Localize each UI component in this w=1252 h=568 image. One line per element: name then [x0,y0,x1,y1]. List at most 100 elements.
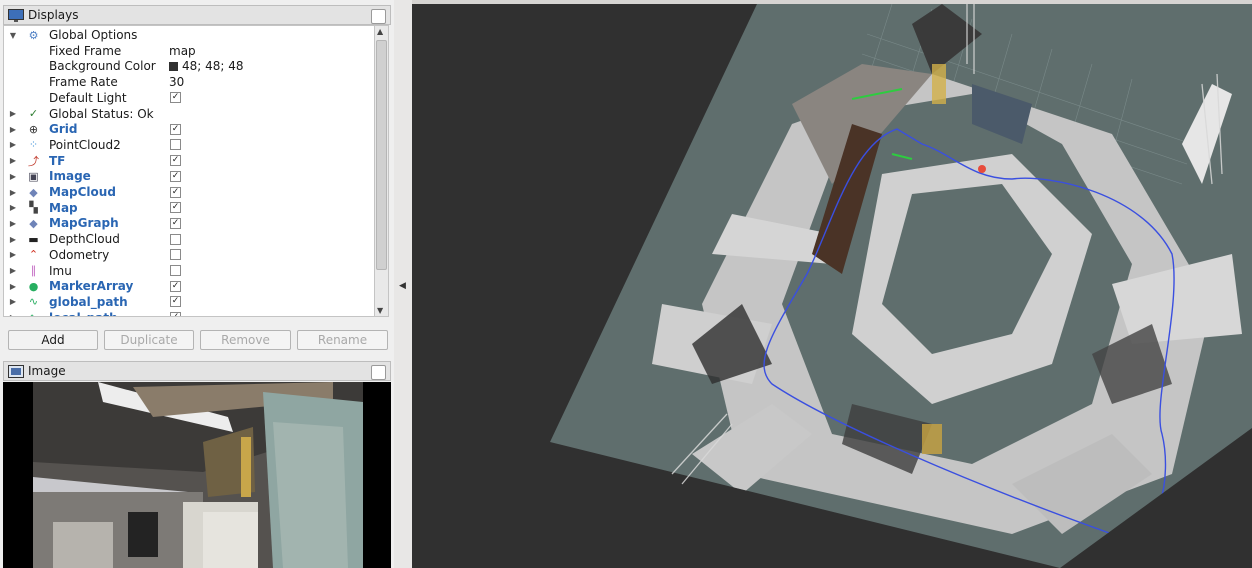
pointcloud-icon: ⁘ [28,138,39,152]
color-swatch [169,62,178,72]
display-row[interactable]: ▶ ● MarkerArray ✓ [4,278,374,294]
add-button[interactable]: Add [8,330,98,350]
display-row[interactable]: ▶ ✓ Global Status: Ok [4,106,374,122]
expand-arrow-icon[interactable]: ▶ [8,235,18,244]
display-label: Image [49,169,91,184]
property-value[interactable]: 30 [169,75,184,89]
display-label: Global Options [49,28,138,42]
enable-checkbox[interactable]: ✓ [170,170,181,182]
enable-checkbox[interactable]: ✓ [170,92,181,104]
enable-checkbox[interactable]: ✓ [170,186,181,198]
rtabmap-3d-scene [412,4,1252,568]
dock-collapse-strip[interactable]: ◀ [394,0,412,568]
image-title: Image [28,364,66,378]
display-label: Frame Rate [49,75,118,90]
display-row[interactable]: Default Light ✓ [4,90,374,106]
enable-checkbox[interactable]: ✓ [170,155,181,167]
undock-button[interactable] [371,9,386,24]
map-icon: ▚ [29,201,38,215]
display-label: global_path [49,294,128,309]
enable-checkbox[interactable] [170,265,181,276]
display-label: MarkerArray [49,279,134,294]
display-label: Global Status: Ok [49,106,154,121]
color-value-text: 48; 48; 48 [182,59,244,74]
expand-arrow-icon[interactable]: ▶ [8,109,18,118]
collapse-left-icon[interactable]: ◀ [399,281,406,291]
enable-checkbox[interactable]: ✓ [170,123,181,135]
3d-viewport[interactable] [412,4,1252,568]
display-label: Grid [49,122,78,137]
display-row[interactable]: ▶ ▣ Image ✓ [4,168,374,184]
grid-icon: ⊕ [28,122,39,136]
scroll-up-icon[interactable]: ▲ [377,27,383,36]
diamond-icon: ◆ [29,185,38,199]
expand-arrow-icon[interactable]: ▶ [8,282,18,291]
imu-icon: ∥ [30,264,37,277]
duplicate-button[interactable]: Duplicate [104,330,194,350]
display-label: Default Light [49,90,127,105]
display-label: Imu [49,263,72,278]
display-label: DepthCloud [49,232,120,247]
scroll-down-icon[interactable]: ▼ [377,306,383,315]
property-value[interactable]: map [169,44,196,58]
rename-button[interactable]: Rename [297,330,388,350]
monitor-icon [8,8,24,22]
expand-arrow-icon[interactable]: ▶ [8,313,18,316]
display-row[interactable]: ▶ ∿ local_path ✓ [4,310,374,316]
background-color-value[interactable]: 48; 48; 48 [169,59,244,73]
expand-arrow-icon[interactable]: ▶ [8,188,18,197]
image-icon: ▣ [28,169,39,183]
enable-checkbox[interactable]: ✓ [170,280,181,292]
scrollbar-thumb[interactable] [376,40,387,270]
remove-button[interactable]: Remove [200,330,291,350]
display-row[interactable]: ▶ ∥ Imu [4,263,374,279]
displays-titlebar[interactable]: Displays [3,5,391,25]
enable-checkbox[interactable] [170,233,181,245]
display-row[interactable]: Frame Rate 30 [4,74,374,90]
display-row[interactable]: ▼ ⚙ Global Options [4,27,374,43]
image-titlebar[interactable]: Image [3,361,391,381]
displays-title: Displays [28,8,79,22]
display-row[interactable]: ▶ ◆ MapCloud ✓ [4,184,374,200]
expand-arrow-icon[interactable]: ▶ [8,203,18,212]
expand-arrow-icon[interactable]: ▶ [8,297,18,306]
enable-checkbox[interactable]: ✓ [170,202,181,214]
display-label: Map [49,200,78,215]
display-row[interactable]: ▶ ▬ DepthCloud [4,231,374,247]
path-icon: ∿ [28,295,39,309]
displays-scrollbar[interactable]: ▲ ▼ [375,25,389,317]
display-label: MapGraph [49,216,119,231]
display-label: TF [49,153,66,168]
enable-checkbox[interactable]: ✓ [170,296,181,308]
path-icon: ∿ [26,311,41,316]
displays-tree[interactable]: ▼ ⚙ Global Options Fixed Frame map Background… [3,25,375,317]
gear-icon: ⚙ [28,28,39,42]
display-row[interactable]: ▶ ⊕ Grid ✓ [4,121,374,137]
expand-arrow-icon[interactable]: ▶ [8,250,18,259]
display-row[interactable]: Background Color 48; 48; 48 [4,58,374,74]
expand-arrow-icon[interactable]: ▶ [8,140,18,149]
expand-arrow-icon[interactable]: ▶ [8,219,18,228]
enable-checkbox[interactable] [170,249,181,261]
display-row[interactable]: ▶ ∿ global_path ✓ [4,294,374,310]
display-row[interactable]: ▶ ⌃ Odometry [4,247,374,263]
display-label: PointCloud2 [49,137,121,152]
image-icon [8,364,24,378]
enable-checkbox[interactable] [170,139,181,151]
tf-icon: ⤴ [28,154,39,168]
display-label: local_path [49,311,118,316]
expand-arrow-icon[interactable]: ▶ [8,125,18,134]
expand-arrow-icon[interactable]: ▶ [8,156,18,165]
enable-checkbox[interactable]: ✓ [170,312,181,316]
collapse-arrow-icon[interactable]: ▼ [8,31,18,40]
display-row[interactable]: ▶ ◆ MapGraph ✓ [4,215,374,231]
display-row[interactable]: ▶ ⁘ PointCloud2 [4,137,374,153]
display-label: Background Color [49,59,156,74]
undock-button[interactable] [371,365,386,380]
expand-arrow-icon[interactable]: ▶ [8,172,18,181]
enable-checkbox[interactable]: ✓ [170,217,181,229]
display-row[interactable]: ▶ ▚ Map ✓ [4,200,374,216]
display-row[interactable]: Fixed Frame map [4,43,374,59]
display-row[interactable]: ▶ ⤴ TF ✓ [4,153,374,169]
expand-arrow-icon[interactable]: ▶ [8,266,18,275]
